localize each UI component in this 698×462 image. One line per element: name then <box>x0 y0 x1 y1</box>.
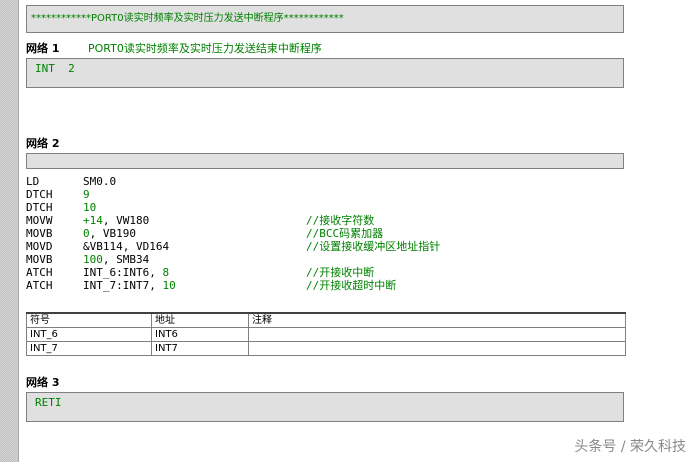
stl-opcode: MOVB <box>26 253 53 266</box>
stl-line[interactable]: MOVB 100, SMB34 <box>26 253 626 266</box>
network-3-title[interactable]: 网络 3 <box>26 374 59 390</box>
operand-text: , VB190 <box>89 227 136 240</box>
stl-opcode: MOVD <box>26 240 53 253</box>
operand-text: INT_7:INT7, <box>83 279 163 292</box>
stl-opcode: DTCH <box>26 201 53 214</box>
stl-line[interactable]: DTCH 10 <box>26 201 626 214</box>
col-comment: 注释 <box>248 312 626 328</box>
symbol-cell: INT_7 <box>26 341 152 356</box>
operand-constant: 100 <box>83 253 103 266</box>
program-comment: ************PORT0读实时频率及实时压力发送中断程序*******… <box>31 13 344 24</box>
operand-text: , SMB34 <box>102 253 150 266</box>
symbol-table-header: 符号 地址 注释 <box>26 312 626 328</box>
network-2-title[interactable]: 网络 2 <box>26 135 59 151</box>
watermark: 头条号 / 荣久科技 <box>574 439 686 455</box>
stl-line-comment: //接收字符数 <box>306 214 375 227</box>
stl-opcode: MOVB <box>26 227 53 240</box>
stl-operand: 100, SMB34 <box>83 253 149 266</box>
stl-operand: SM0.0 <box>83 175 116 188</box>
network-2-comment-box[interactable] <box>26 153 624 169</box>
network-1-code-box[interactable]: INT 2 <box>26 58 624 88</box>
operand-constant: 8 <box>162 266 170 279</box>
comment-cell <box>248 327 626 342</box>
stl-line-comment: //开接收超时中断 <box>306 279 397 292</box>
stl-opcode: ATCH <box>26 266 53 279</box>
symbol-cell: INT_6 <box>26 327 152 342</box>
stl-opcode: MOVW <box>26 214 53 227</box>
network-1-title[interactable]: 网络 1 <box>26 40 59 56</box>
stl-operand: +14, VW180 <box>83 214 149 227</box>
operand-constant: 10 <box>162 279 176 292</box>
stl-line[interactable]: MOVD &VB114, VD164 //设置接收缓冲区地址指针 <box>26 240 626 253</box>
operand-constant: +14 <box>83 214 103 227</box>
program-comment-box[interactable]: ************PORT0读实时频率及实时压力发送中断程序*******… <box>26 5 624 33</box>
stl-line-comment: //设置接收缓冲区地址指针 <box>306 240 441 253</box>
stl-line-comment: //开接收中断 <box>306 266 375 279</box>
stl-opcode: ATCH <box>26 279 53 292</box>
address-cell: INT6 <box>151 327 249 342</box>
stl-operand: &VB114, VD164 <box>83 240 169 253</box>
table-row[interactable]: INT_7 INT7 <box>26 341 626 356</box>
network-3-code: RETI <box>35 396 62 409</box>
operand-text: INT_6:INT6, <box>83 266 163 279</box>
operand-text: , VW180 <box>102 214 150 227</box>
stl-line[interactable]: ATCH INT_6:INT6, 8 //开接收中断 <box>26 266 626 279</box>
stl-line-comment: //BCC码累加器 <box>306 227 384 240</box>
comment-cell <box>248 341 626 356</box>
col-symbol: 符号 <box>26 312 152 328</box>
stl-line[interactable]: MOVB 0, VB190 //BCC码累加器 <box>26 227 626 240</box>
network-3-code-box[interactable]: RETI <box>26 392 624 422</box>
stl-line[interactable]: LD SM0.0 <box>26 175 626 188</box>
stl-operand: INT_7:INT7, 10 <box>83 279 176 292</box>
stl-opcode: LD <box>26 175 40 188</box>
editor-gutter <box>0 0 19 462</box>
table-row[interactable]: INT_6 INT6 <box>26 327 626 342</box>
network-1-code: INT 2 <box>35 62 75 75</box>
network-1-comment: PORT0读实时频率及实时压力发送结束中断程序 <box>88 42 322 55</box>
operand-constant: 0 <box>83 227 90 240</box>
operand-constant: 10 <box>83 201 97 214</box>
operand-text: SM0.0 <box>83 175 117 188</box>
stl-operand: INT_6:INT6, 8 <box>83 266 169 279</box>
symbol-table: 符号 地址 注释 INT_6 INT6 INT_7 INT7 <box>26 312 626 356</box>
stl-operand: 10 <box>83 201 96 214</box>
stl-line[interactable]: ATCH INT_7:INT7, 10 //开接收超时中断 <box>26 279 626 292</box>
operand-constant: 9 <box>83 188 90 201</box>
stl-operand: 9 <box>83 188 90 201</box>
stl-opcode: DTCH <box>26 188 53 201</box>
stl-operand: 0, VB190 <box>83 227 136 240</box>
stl-line[interactable]: MOVW +14, VW180 //接收字符数 <box>26 214 626 227</box>
operand-text: &VB114, VD164 <box>83 240 170 253</box>
address-cell: INT7 <box>151 341 249 356</box>
stl-line[interactable]: DTCH 9 <box>26 188 626 201</box>
col-address: 地址 <box>151 312 249 328</box>
